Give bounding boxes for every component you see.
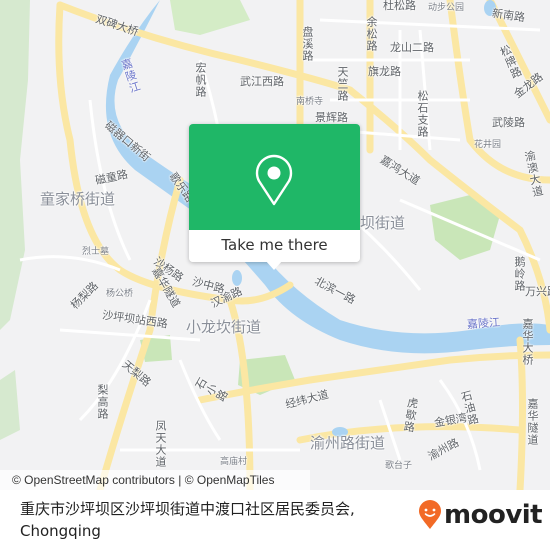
road-label: 盘溪路 [301, 26, 314, 62]
road-label: 旗龙路 [368, 65, 401, 78]
moovit-logo[interactable]: moovit [418, 500, 543, 530]
moovit-pin-icon [419, 500, 441, 529]
place-label: 动步公园 [428, 3, 465, 13]
road-label: 余松路 [365, 16, 378, 52]
location-popup: Take me there [189, 124, 360, 270]
place-label: 高庙村 [220, 457, 248, 467]
road-label: 杜松路 [383, 0, 416, 12]
road-label: 梨高路 [96, 384, 109, 420]
park-area [0, 0, 30, 330]
place-label: 杨公桥 [106, 289, 134, 299]
road-label: 天竺路 [336, 66, 349, 102]
footer: 重庆市沙坪坝区沙坪坝街道中渡口社区居民委员会, Chongqing moovit [0, 490, 550, 550]
road-label: 松石支路 [416, 90, 429, 138]
road-label: 嘉华隧道 [526, 398, 539, 446]
road-label: 武江西路 [240, 75, 284, 88]
take-me-there-button[interactable]: Take me there [189, 230, 360, 262]
map-attribution[interactable]: © OpenStreetMap contributors | © OpenMap… [0, 470, 310, 490]
address-line-2: Chongqing [20, 522, 101, 540]
popup-pointer [265, 260, 283, 270]
road-label: 鹅岭路 [513, 256, 526, 292]
brand-name: moovit [444, 500, 543, 530]
district-label: 坝街道 [360, 214, 406, 232]
place-label: 歌台子 [385, 461, 413, 471]
place-label: 南桥寺 [296, 97, 324, 107]
place-label: 烈士墓 [82, 247, 110, 257]
river-label: 嘉陵江 [466, 315, 501, 332]
road-label: 武陵路 [492, 116, 525, 129]
map-pin-icon [255, 154, 293, 206]
road-label: 景辉路 [315, 111, 348, 124]
district-label: 渝州路街道 [310, 434, 386, 452]
road-label: 龙山二路 [390, 41, 434, 54]
district-label: 小龙坎街道 [186, 318, 262, 336]
road-label: 凤天大道 [154, 420, 167, 468]
road-label: 万兴路 [525, 285, 550, 298]
popup-header [189, 124, 360, 230]
road-label: 宏帆路 [194, 62, 207, 98]
address: 重庆市沙坪坝区沙坪坝街道中渡口社区居民委员会, Chongqing [20, 498, 355, 542]
district-label: 童家桥街道 [40, 190, 116, 208]
park-area [0, 370, 20, 440]
place-label: 花井园 [474, 140, 502, 150]
park-area [170, 0, 250, 35]
road-label: 嘉华大桥 [521, 318, 534, 366]
address-line-1: 重庆市沙坪坝区沙坪坝街道中渡口社区居民委员会, [20, 500, 355, 518]
